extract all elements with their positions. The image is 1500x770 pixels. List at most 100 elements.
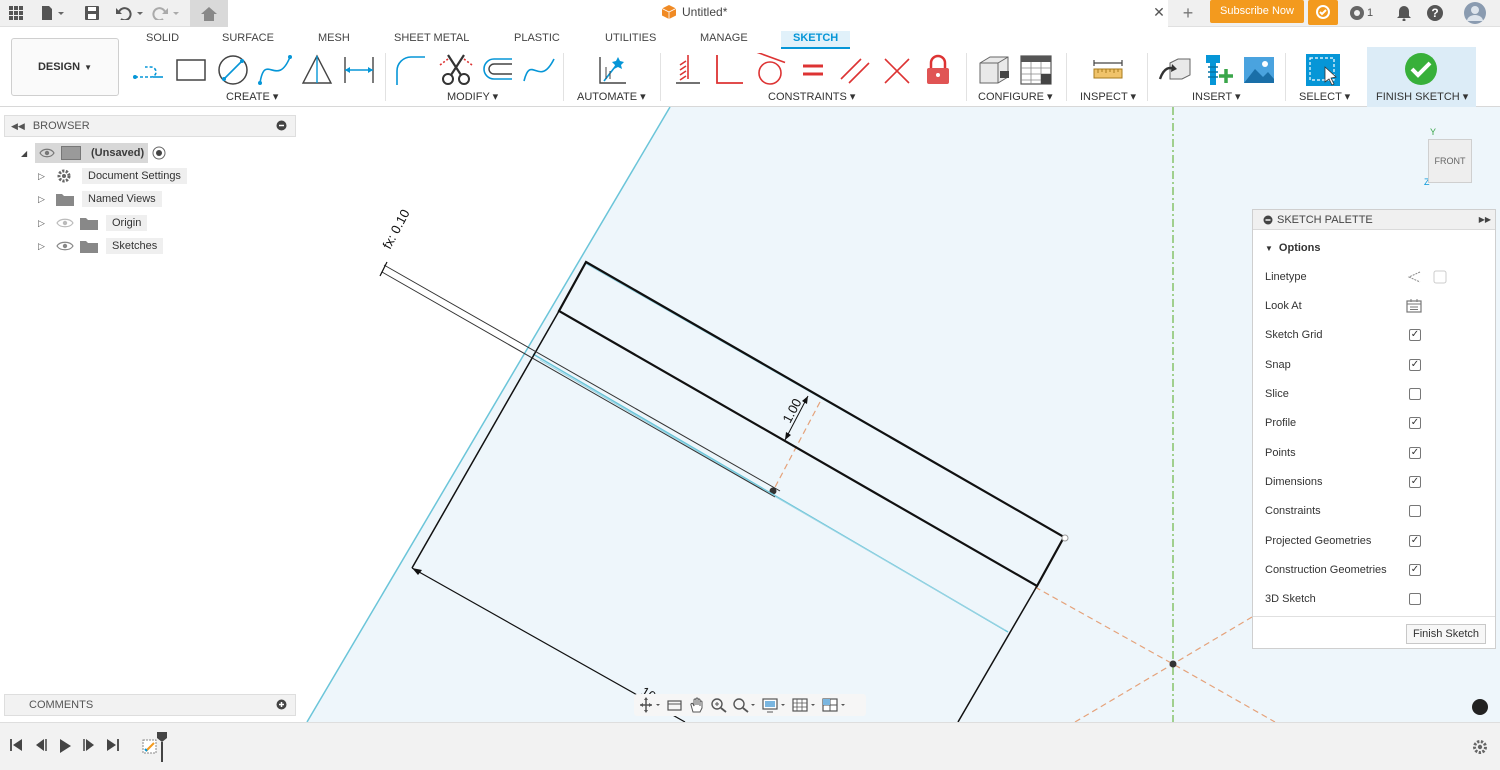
dimensions-checkbox[interactable]: ✓ [1409,476,1421,488]
insert-mcmaster-icon[interactable] [1200,53,1236,87]
browser-minimize-icon[interactable] [276,120,287,134]
rectangle-tool-icon[interactable] [173,53,209,87]
save-icon[interactable] [82,4,102,22]
tree-item-document-settings[interactable]: ▷ Document Settings [38,166,187,186]
add-comment-icon[interactable] [276,699,287,713]
select-tool-icon[interactable] [1305,53,1341,87]
circle-tool-icon[interactable] [215,53,251,87]
polygon-tool-icon[interactable] [299,53,335,87]
parallel-constraint-icon[interactable] [837,53,873,87]
automate-menu[interactable]: AUTOMATE ▾ [577,90,646,103]
tab-manage[interactable]: MANAGE [700,31,748,49]
expand-triangle-icon[interactable]: ▷ [38,194,56,205]
rectangle-corner-point[interactable] [1061,534,1069,542]
fillet-tool-icon[interactable] [393,53,429,87]
finish-sketch-check-icon[interactable] [1403,51,1439,85]
select-menu[interactable]: SELECT ▾ [1299,90,1350,103]
subscribe-button[interactable]: Subscribe Now [1210,0,1304,23]
expand-triangle-icon[interactable]: ▷ [38,218,56,229]
zoom-window-icon[interactable] [732,697,758,713]
help-icon[interactable]: ? [1425,4,1445,22]
offset-tool-icon[interactable] [480,53,516,87]
tangent-constraint-icon[interactable] [752,50,788,87]
zoom-icon[interactable] [710,697,728,713]
snap-checkbox[interactable]: ✓ [1409,359,1421,371]
create-menu[interactable]: CREATE ▾ [226,90,278,103]
projected-geometries-checkbox[interactable]: ✓ [1409,535,1421,547]
dimension-tool-icon[interactable] [341,53,377,87]
equal-constraint-icon[interactable] [795,53,831,87]
undo-icon[interactable] [114,4,146,22]
viewcube[interactable]: FRONT [1428,139,1472,183]
offset-dimension-text[interactable]: fx: 0.10 [379,207,412,252]
tree-root[interactable]: ◢ (Unsaved) [21,143,166,163]
expand-triangle-icon[interactable]: ▷ [38,171,56,182]
construction-geometries-checkbox[interactable]: ✓ [1409,564,1421,576]
palette-minimize-icon[interactable] [1263,215,1273,225]
user-avatar[interactable] [1463,2,1487,24]
collapse-triangle-icon[interactable]: ◢ [21,149,35,158]
insert-image-icon[interactable] [1241,53,1277,87]
tab-sheet-metal[interactable]: SHEET METAL [394,31,469,49]
look-at-icon[interactable] [1406,299,1422,313]
tree-item-named-views[interactable]: ▷ Named Views [38,189,162,209]
viewports-icon[interactable] [822,697,848,713]
timeline-settings-gear-icon[interactable] [1472,739,1488,758]
go-to-start-icon[interactable] [10,739,22,754]
slice-checkbox[interactable] [1409,388,1421,400]
constraints-checkbox[interactable] [1409,505,1421,517]
lock-icon[interactable] [920,53,956,87]
new-tab-icon[interactable]: + [1176,2,1200,24]
root-node[interactable]: (Unsaved) [35,143,149,163]
tree-item-origin[interactable]: ▷ Origin [38,213,148,233]
configure-menu[interactable]: CONFIGURE ▾ [978,90,1053,103]
tree-item-sketches[interactable]: ▷ Sketches [38,236,164,256]
tab-plastic[interactable]: PLASTIC [514,31,560,49]
insert-menu[interactable]: INSERT ▾ [1192,90,1241,103]
origin-point[interactable] [1169,660,1177,668]
play-icon[interactable] [59,739,71,756]
bell-icon[interactable] [1394,4,1414,22]
file-menu-icon[interactable] [38,4,68,22]
points-checkbox[interactable]: ✓ [1409,447,1421,459]
section-collapse-icon[interactable]: ▼ [1265,244,1273,253]
constraints-menu[interactable]: CONSTRAINTS ▾ [768,90,855,103]
eye-icon[interactable] [39,147,55,159]
modify-menu[interactable]: MODIFY ▾ [447,90,498,103]
auto-dimension-icon[interactable] [594,53,630,87]
grid-settings-icon[interactable] [792,697,818,713]
look-at-nav-icon[interactable] [666,697,684,713]
go-to-end-icon[interactable] [107,739,119,754]
fix-constraint-icon[interactable] [670,53,706,87]
job-status-icon[interactable] [1308,0,1338,25]
line-tool-icon[interactable] [131,53,167,87]
comments-panel[interactable]: COMMENTS [4,694,296,716]
extensions-icon[interactable]: 1 [1346,4,1376,22]
display-settings-icon[interactable] [762,697,788,713]
eye-hidden-icon[interactable] [56,217,74,229]
options-section-header[interactable]: ▼ Options [1265,239,1485,257]
orbit-icon[interactable] [640,697,662,713]
construction-linetype-icon[interactable] [1407,270,1421,284]
coincident-constraint-icon[interactable] [879,53,915,87]
tab-solid[interactable]: SOLID [146,31,179,49]
expand-palette-icon[interactable]: ▶▶ [1479,215,1491,224]
spline-edit-icon[interactable] [521,53,557,87]
finish-sketch-button[interactable]: Finish Sketch [1406,624,1486,644]
app-grid-icon[interactable] [6,4,26,22]
workspace-switcher[interactable]: DESIGN ▼ [11,38,119,96]
eye-icon[interactable] [56,240,74,252]
finish-sketch-menu[interactable]: FINISH SKETCH ▾ [1376,90,1468,103]
measure-icon[interactable] [1090,53,1126,87]
configure-table-icon[interactable] [1018,53,1054,87]
trim-tool-icon[interactable] [438,53,474,87]
active-radio-icon[interactable] [152,146,166,160]
pan-hand-icon[interactable] [688,697,706,713]
tab-surface[interactable]: SURFACE [222,31,274,49]
inspect-menu[interactable]: INSPECT ▾ [1080,90,1136,103]
3d-sketch-checkbox[interactable] [1409,593,1421,605]
sketch-grid-checkbox[interactable]: ✓ [1409,329,1421,341]
insert-derive-icon[interactable] [1158,53,1194,87]
profile-checkbox[interactable]: ✓ [1409,417,1421,429]
canvas-corner-icon[interactable] [1472,699,1488,715]
